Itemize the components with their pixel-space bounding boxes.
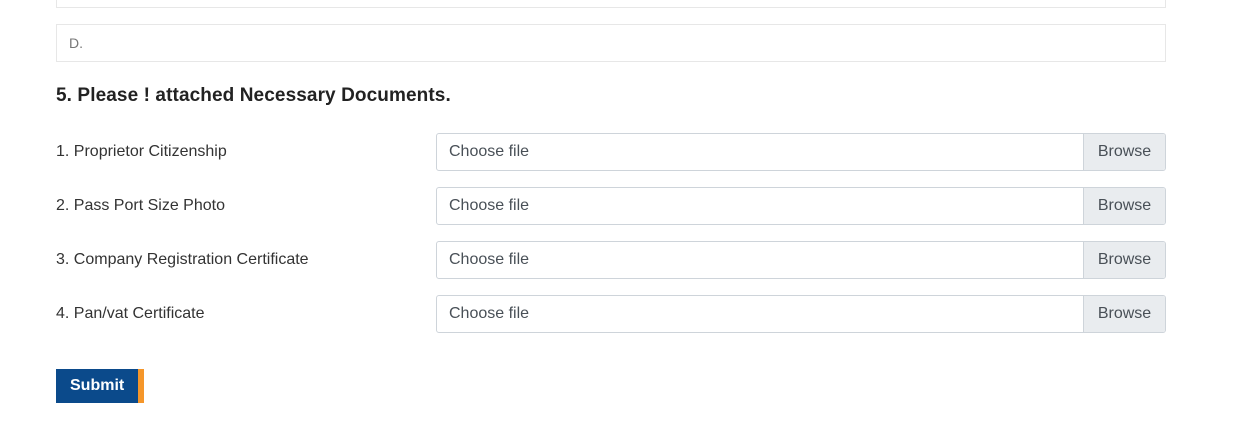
document-label: 4. Pan/vat Certificate [56, 305, 205, 322]
browse-button[interactable]: Browse [1083, 296, 1165, 332]
document-row-photo: 2. Pass Port Size Photo Choose file Brow… [56, 187, 1166, 225]
option-c-field[interactable] [56, 0, 1166, 8]
browse-button[interactable]: Browse [1083, 134, 1165, 170]
citizenship-file-input[interactable]: Choose file Browse [436, 133, 1166, 171]
document-label: 1. Proprietor Citizenship [56, 143, 227, 160]
document-row-citizenship: 1. Proprietor Citizenship Choose file Br… [56, 133, 1166, 171]
documents-section-title: 5. Please ! attached Necessary Documents… [56, 85, 451, 106]
file-placeholder: Choose file [449, 143, 530, 160]
file-placeholder: Choose file [449, 305, 530, 322]
browse-button[interactable]: Browse [1083, 188, 1165, 224]
file-placeholder: Choose file [449, 251, 530, 268]
document-row-registration: 3. Company Registration Certificate Choo… [56, 241, 1166, 279]
photo-file-input[interactable]: Choose file Browse [436, 187, 1166, 225]
browse-button[interactable]: Browse [1083, 242, 1165, 278]
submit-button[interactable]: Submit [56, 369, 145, 403]
document-label: 2. Pass Port Size Photo [56, 197, 225, 214]
file-placeholder: Choose file [449, 197, 530, 214]
document-row-panvat: 4. Pan/vat Certificate Choose file Brows… [56, 295, 1166, 333]
panvat-file-input[interactable]: Choose file Browse [436, 295, 1166, 333]
option-d-field[interactable]: D. [56, 24, 1166, 62]
document-label: 3. Company Registration Certificate [56, 251, 309, 268]
option-d-label: D. [69, 35, 83, 51]
registration-file-input[interactable]: Choose file Browse [436, 241, 1166, 279]
